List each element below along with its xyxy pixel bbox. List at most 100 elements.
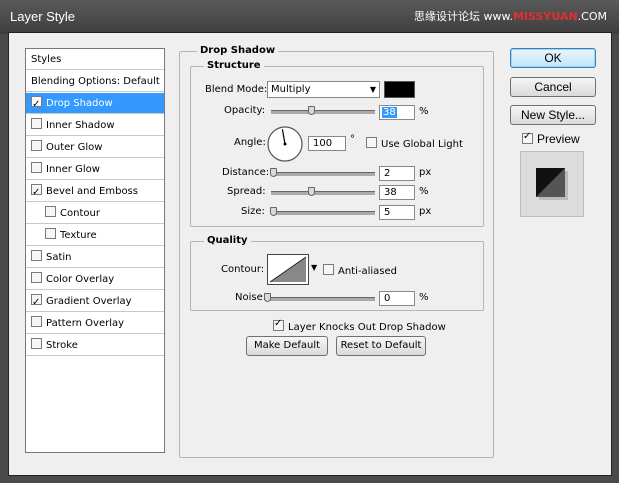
shadow-color-swatch[interactable] [384,81,415,98]
style-item-label: Drop Shadow [46,98,113,109]
style-item-stroke[interactable]: Stroke [26,335,164,356]
style-item-label: Gradient Overlay [46,296,132,307]
style-item-texture[interactable]: Texture [26,225,164,246]
style-item-checkbox[interactable] [31,162,42,173]
style-item-checkbox[interactable] [31,292,42,313]
style-item-inner-shadow[interactable]: Inner Shadow [26,115,164,136]
title-bar[interactable]: Layer Style 思缘设计论坛 www.MISSYUAN.COM [0,0,619,34]
distance-slider-thumb[interactable] [270,168,278,177]
style-item-contour[interactable]: Contour [26,203,164,224]
spread-unit: % [419,186,429,197]
styles-list: Styles Blending Options: Default Drop Shad… [25,48,165,453]
make-default-button[interactable]: Make Default [246,336,328,356]
distance-input[interactable]: 2 [379,166,415,181]
style-item-checkbox[interactable] [31,338,42,349]
new-style-button[interactable]: New Style... [510,105,596,125]
quality-title: Quality [204,235,251,246]
layer-knocks-out-label: Layer Knocks Out Drop Shadow [288,322,446,333]
style-item-gradient-overlay[interactable]: Gradient Overlay [26,291,164,313]
watermark-url-brand: MISSYUAN [513,10,578,23]
opacity-slider-thumb[interactable] [307,106,315,115]
style-item-checkbox[interactable] [31,316,42,327]
style-item-checkbox[interactable] [31,118,42,129]
style-item-pattern-overlay[interactable]: Pattern Overlay [26,313,164,334]
style-item-bevel-and-emboss[interactable]: Bevel and Emboss [26,181,164,203]
style-item-inner-glow[interactable]: Inner Glow [26,159,164,180]
style-item-label: Contour [60,208,100,219]
reset-to-default-button[interactable]: Reset to Default [336,336,426,356]
style-item-checkbox[interactable] [45,206,56,217]
distance-label: Distance: [222,167,270,178]
opacity-value: 38 [382,107,397,118]
size-label: Size: [241,206,265,217]
structure-title: Structure [204,60,264,71]
anti-aliased-checkbox[interactable] [323,264,334,275]
watermark-left: 思缘设计论坛 [414,10,481,23]
spread-input[interactable]: 38 [379,185,415,200]
layer-knocks-out[interactable]: Layer Knocks Out Drop Shadow [273,318,446,333]
style-item-blending-options-default[interactable]: Blending Options: Default [26,71,164,92]
distance-value: 2 [384,168,391,179]
opacity-unit: % [419,106,429,117]
window-title: Layer Style [10,9,76,24]
dropdown-arrow-icon: ▼ [369,85,376,94]
style-item-checkbox[interactable] [31,182,42,203]
style-item-checkbox[interactable] [31,250,42,261]
use-global-light-checkbox[interactable] [366,137,377,148]
style-item-label: Stroke [46,340,78,351]
style-item-outer-glow[interactable]: Outer Glow [26,137,164,158]
style-item-checkbox[interactable] [31,94,42,115]
noise-unit: % [419,292,429,303]
style-item-label: Color Overlay [46,274,115,285]
style-item-label: Satin [46,252,72,263]
style-item-drop-shadow[interactable]: Drop Shadow [26,93,164,115]
style-item-label: Pattern Overlay [46,318,125,329]
style-item-checkbox[interactable] [45,228,56,239]
distance-unit: px [419,167,432,178]
anti-aliased-label: Anti-aliased [338,266,398,277]
contour-label: Contour: [221,264,265,275]
style-item-label: Inner Glow [46,164,100,175]
noise-slider-thumb[interactable] [264,293,271,302]
size-slider-track[interactable] [271,211,375,215]
preview-checkbox[interactable] [522,131,533,144]
angle-unit: ° [350,134,355,145]
distance-slider-track[interactable] [271,172,375,176]
style-item-label: Outer Glow [46,142,103,153]
watermark-url-prefix: www. [483,10,513,23]
angle-input[interactable]: 100 [308,136,346,151]
cancel-button[interactable]: Cancel [510,77,596,97]
use-global-light-label: Use Global Light [381,139,463,150]
size-input[interactable]: 5 [379,205,415,220]
anti-aliased[interactable]: Anti-aliased [323,264,397,277]
angle-dial[interactable] [266,125,304,163]
style-item-checkbox[interactable] [31,272,42,283]
size-value: 5 [384,207,391,218]
layer-knocks-out-checkbox[interactable] [273,318,284,331]
angle-label: Angle: [234,137,266,148]
noise-value: 0 [384,293,391,304]
style-item-color-overlay[interactable]: Color Overlay [26,269,164,290]
style-item-label: Texture [60,230,97,241]
opacity-input[interactable]: 38 [379,105,415,120]
style-item-checkbox[interactable] [31,140,42,151]
opacity-slider-track[interactable] [271,110,375,114]
blend-mode-select[interactable]: Multiply ▼ [267,81,380,98]
blend-mode-value: Multiply [271,84,311,95]
noise-label: Noise: [235,292,267,303]
contour-dropdown-arrow-icon[interactable]: ▼ [311,263,317,272]
style-item-satin[interactable]: Satin [26,247,164,268]
preview-toggle[interactable]: Preview [522,131,580,146]
size-slider-thumb[interactable] [270,207,278,216]
style-item-styles[interactable]: Styles [26,49,164,70]
spread-slider-thumb[interactable] [307,187,315,196]
angle-value: 100 [313,138,333,149]
contour-preview-icon[interactable] [267,254,309,285]
blend-mode-label: Blend Mode: [205,84,268,95]
use-global-light[interactable]: Use Global Light [366,137,463,150]
ok-button[interactable]: OK [510,48,596,68]
noise-slider-track[interactable] [267,297,375,301]
spread-slider-track[interactable] [271,191,375,195]
drop-shadow-title: Drop Shadow [197,45,279,56]
noise-input[interactable]: 0 [379,291,415,306]
